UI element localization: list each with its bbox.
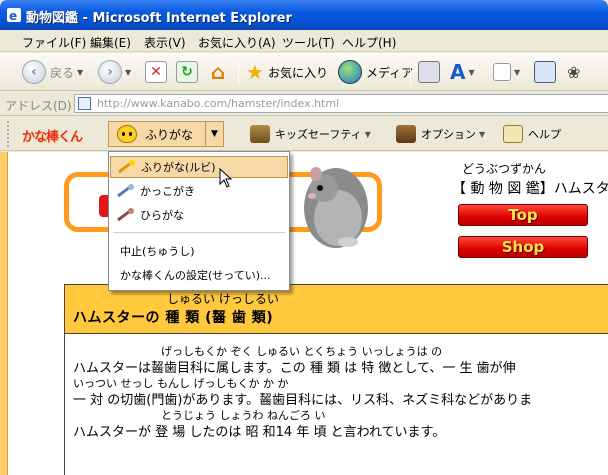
home-icon: ⌂ [210,60,226,84]
menu-item-label: ふりがな(ルビ) [141,161,216,174]
kanabo-logo[interactable]: かな棒くん [22,126,83,145]
toolbar-grip[interactable] [7,121,11,147]
refresh-button[interactable]: ↻ [176,57,198,87]
forward-button[interactable]: › ▼ [98,57,131,87]
title-ruby: どうぶつずかん [462,162,547,176]
messenger-icon: ❀ [567,62,581,82]
title-bar[interactable]: e 動物図鑑 - Microsoft Internet Explorer [0,0,608,30]
menu-help[interactable]: ヘルプ(H) [342,34,396,51]
menu-item-brackets[interactable]: かっこがき [110,180,288,202]
favorites-button[interactable]: ★ お気に入り [246,57,328,87]
font-size-button[interactable]: A ▼ [450,57,475,87]
furigana-dropdown-menu: ふりがな(ルビ) かっこがき ひらがな 中止(ちゅうし) かな棒くんの設定(せっ… [108,151,290,291]
stop-x-icon: ✕ [145,61,167,83]
page-icon [78,97,91,110]
research-button[interactable] [534,57,556,87]
font-a-icon: A [450,60,466,84]
section-title: ハムスターの 種 類 (齧 歯 類) [73,310,274,326]
page-edit-icon [493,63,511,81]
top-button[interactable]: Top [458,204,588,226]
left-decor-strip [0,152,8,475]
kids-safety-button[interactable]: キッズセーフティ ▼ [250,125,371,143]
refresh-icon: ↻ [176,61,198,83]
option-label: オプション [421,128,476,141]
page-title: 【 動 物 図 鑑】ハムスタ [452,181,608,197]
home-button[interactable]: ⌂ [207,57,229,87]
shop-button[interactable]: Shop [458,236,588,258]
option-button[interactable]: オプション ▼ [396,125,485,143]
browser-window: e 動物図鑑 - Microsoft Internet Explorer ファイ… [0,0,608,475]
media-globe-icon [338,60,362,84]
messenger-button[interactable]: ❀ [567,57,580,87]
star-icon: ★ [246,60,264,84]
menu-file[interactable]: ファイル(F) [22,34,86,51]
back-label: 戻る [50,65,75,80]
wand-brown-icon [117,208,134,222]
media-label: メディア [366,65,414,80]
menu-divider [113,232,285,233]
section-ruby: しゅるい けっしるい [167,292,279,306]
body-line: ハムスターが 登 場 したのは 昭 和14 年 頃 と言われています。 [73,425,446,440]
svg-text:e: e [9,9,17,23]
menu-item-stop[interactable]: 中止(ちゅうし) [110,240,288,262]
kids-safety-label: キッズセーフティ [275,128,362,141]
kanabo-toolbar: かな棒くん ふりがな ▼ キッズセーフティ ▼ オプション ▼ ヘルプ [0,117,608,151]
menu-edit[interactable]: 編集(E) [90,34,131,51]
hamster-image [304,167,368,248]
chevron-down-icon[interactable]: ▼ [205,122,223,146]
address-url[interactable]: http://www.kanabo.com/hamster/index.html [97,97,339,110]
furigana-label: ふりがな [145,127,194,142]
standard-toolbar: ‹ 戻る ▼ › ▼ ✕ ↻ ⌂ ★ お気に入り メディア A ▼ ▼ ❀ [0,53,608,91]
menu-item-settings[interactable]: かな棒くんの設定(せってい)... [110,264,288,286]
kanabo-face-icon [117,125,137,143]
kanabo-help-button[interactable]: ヘルプ [503,125,561,143]
menu-item-label: ひらがな [140,209,184,222]
wand-blue-icon [117,184,134,198]
chevron-down-icon[interactable]: ▼ [468,68,474,77]
toolbar-divider [410,61,411,85]
body-line: 一 対 の切歯(門歯)があります。齧歯目科には、リス科、ネズミ科などがありま [73,393,533,408]
chevron-down-icon: ▼ [479,129,486,139]
toolbox-icon [396,125,416,143]
wand-gold-icon [118,160,135,174]
ie-logo-icon: e [7,8,21,23]
menu-view[interactable]: 表示(V) [144,34,186,51]
address-bar: アドレス(D) http://www.kanabo.com/hamster/in… [0,92,608,116]
chevron-down-icon[interactable]: ▼ [514,68,520,77]
menu-item-label: かっこがき [140,185,195,198]
body-line: ハムスターは齧歯目科に属します。この 種 類 は 特 徴として、一 生 歯が伸 [73,361,516,376]
back-arrow-icon: ‹ [22,60,46,84]
menu-bar: ファイル(F) 編集(E) 表示(V) お気に入り(A) ツール(T) ヘルプ(… [0,30,608,52]
edit-page-button[interactable]: ▼ [493,57,520,87]
media-button[interactable]: メディア [338,57,413,87]
lock-icon [250,125,270,143]
address-input[interactable]: http://www.kanabo.com/hamster/index.html [74,94,608,113]
furigana-button[interactable]: ふりがな ▼ [108,121,224,147]
research-books-icon [534,61,556,83]
kanabo-help-label: ヘルプ [528,128,561,141]
back-button[interactable]: ‹ 戻る ▼ [22,57,83,87]
content-section: しゅるい けっしるい ハムスターの 種 類 (齧 歯 類) げっしもくか ぞく … [64,284,608,475]
toolbar-divider [238,61,239,85]
section-header: しゅるい けっしるい ハムスターの 種 類 (齧 歯 類) [65,285,608,334]
scroll-icon [503,125,523,143]
chevron-down-icon: ▼ [364,129,371,139]
address-label: アドレス(D) [5,99,72,113]
chevron-down-icon[interactable]: ▼ [77,68,83,77]
printer-icon [418,61,440,83]
menu-tools[interactable]: ツール(T) [282,34,335,51]
stop-button[interactable]: ✕ [145,57,167,87]
favorites-label: お気に入り [267,65,328,80]
mouse-cursor-icon [219,168,233,188]
page-content: どうぶつずかん 【 動 物 図 鑑】ハムスタ Top Shop しゅるい けっし… [0,152,608,475]
print-button[interactable] [418,57,440,87]
window-title: 動物図鑑 - Microsoft Internet Explorer [26,11,292,26]
menu-item-hiragana[interactable]: ひらがな [110,204,288,226]
chevron-down-icon[interactable]: ▼ [125,68,131,77]
menu-favorites[interactable]: お気に入り(A) [198,34,276,51]
menu-item-ruby[interactable]: ふりがな(ルビ) [110,156,288,178]
forward-arrow-icon: › [98,60,122,84]
